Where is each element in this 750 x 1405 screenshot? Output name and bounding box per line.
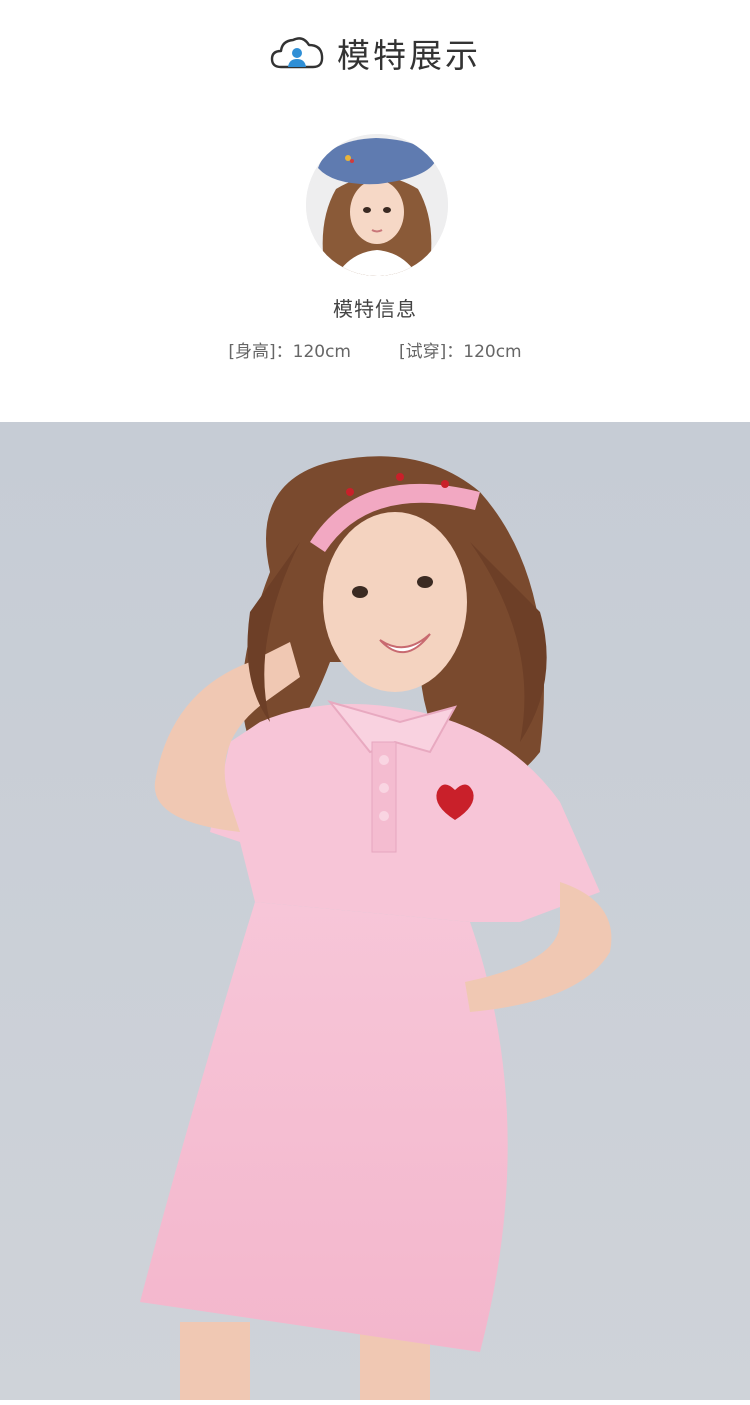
model-photo-image <box>0 422 750 1400</box>
model-try-size: [试穿]：120cm <box>399 342 522 362</box>
model-height: [身高]：120cm <box>228 342 351 362</box>
bottom-divider <box>0 1400 750 1405</box>
section-title: 模特展示 <box>337 36 481 75</box>
model-section-header: 模特展示 模特信息 [身高]：120cm [试穿]：120cm <box>0 0 750 420</box>
model-info-title: 模特信息 <box>333 297 417 321</box>
model-avatar <box>306 134 448 276</box>
cloud-person-icon <box>270 37 324 69</box>
model-info-row: [身高]：120cm [试穿]：120cm <box>0 337 750 362</box>
section-title-row: 模特展示 <box>0 30 750 76</box>
model-photo <box>0 422 750 1400</box>
model-avatar-image <box>306 134 448 276</box>
